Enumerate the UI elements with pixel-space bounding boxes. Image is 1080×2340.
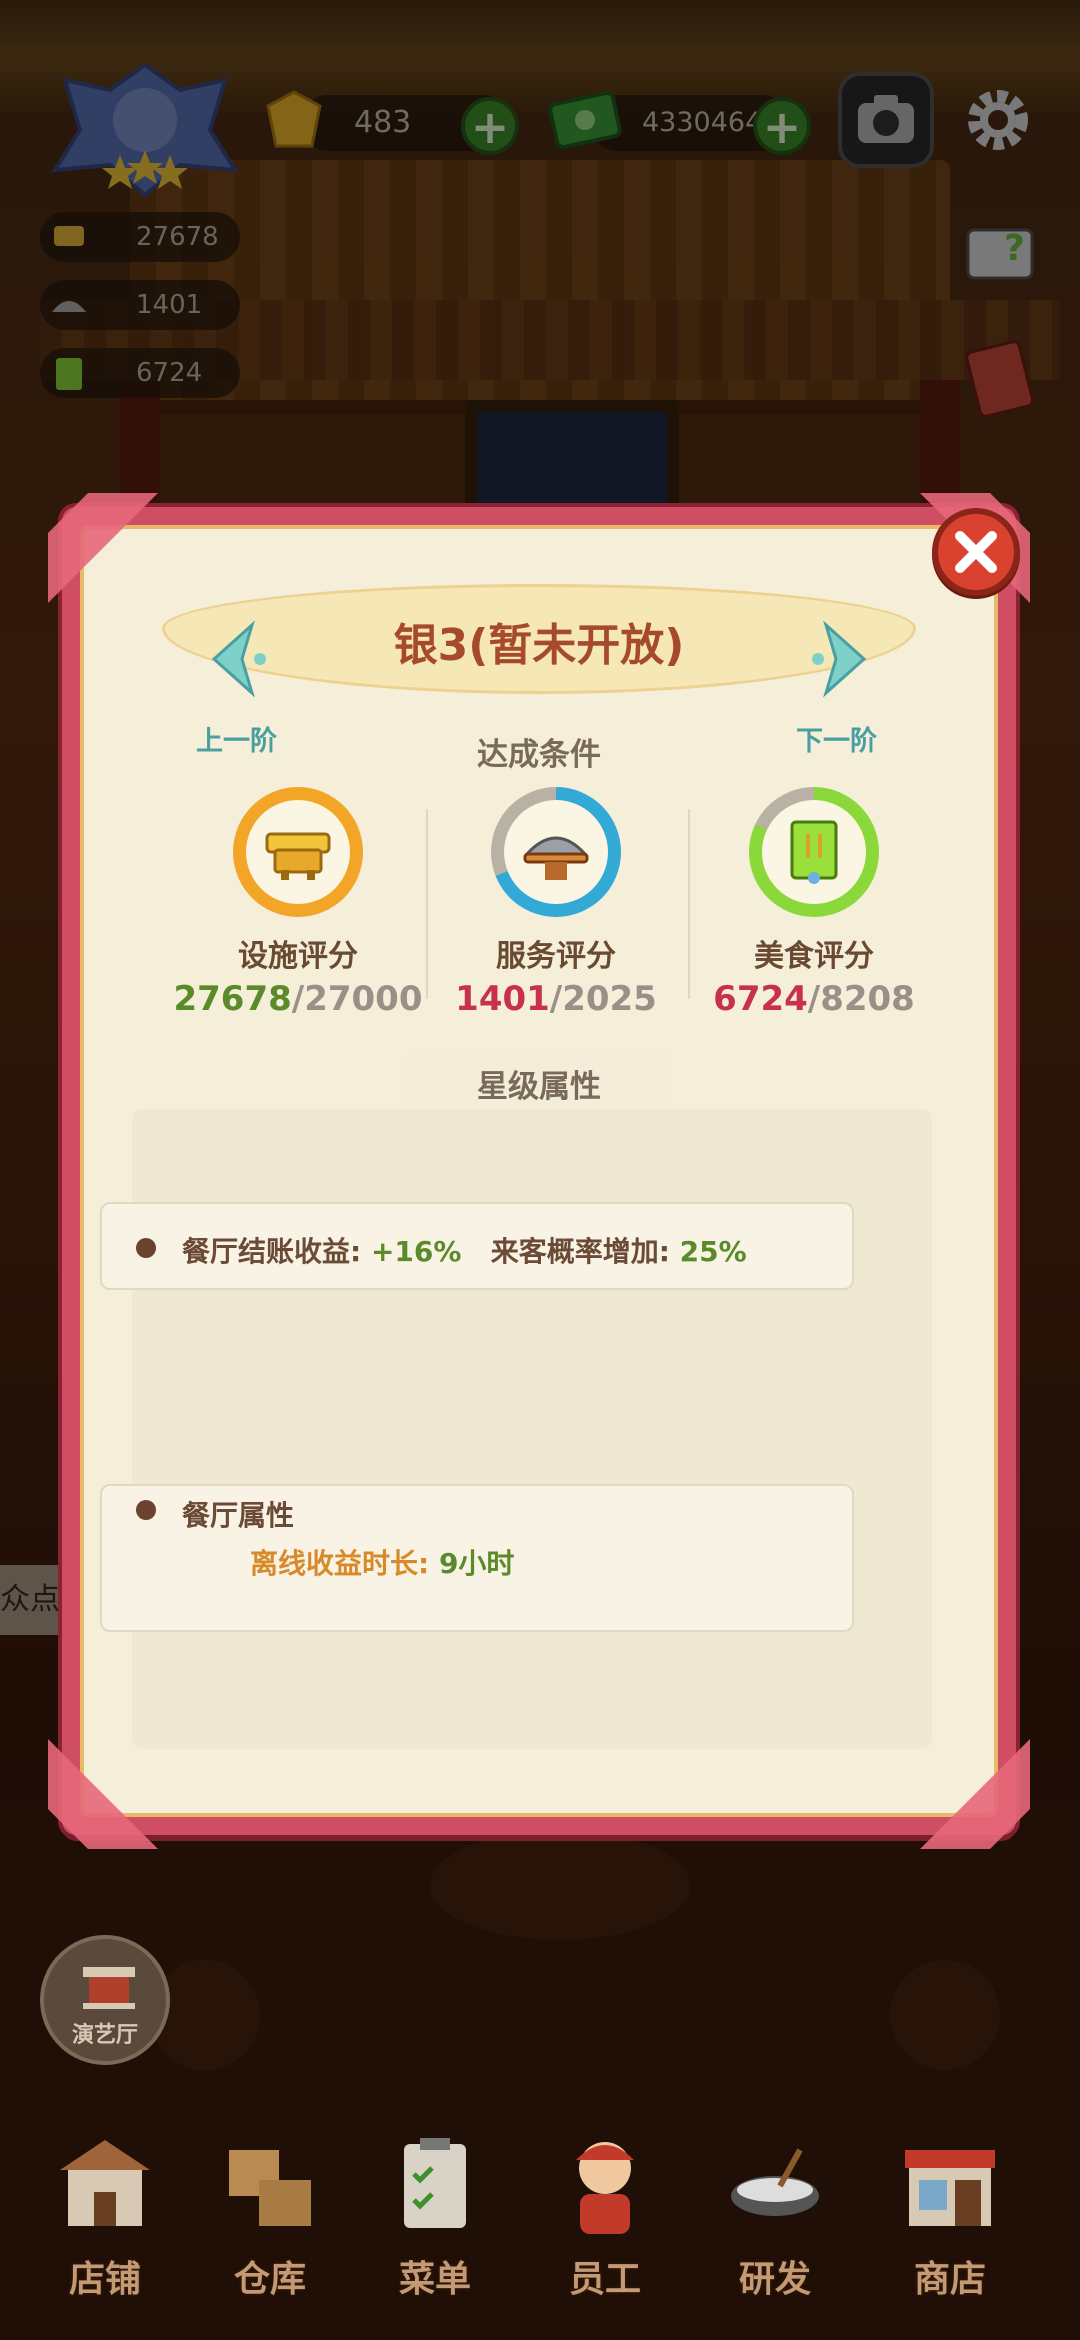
food-score-label: 美食评分 xyxy=(754,939,874,974)
corner-ribbon xyxy=(48,493,158,603)
nav-research[interactable]: 研发 xyxy=(700,2130,850,2330)
gold-stove-icon xyxy=(265,832,331,880)
food-current: 6724 xyxy=(713,979,808,1019)
bonus-line: 餐厅结账收益: +16% 来客概率增加: 25% xyxy=(182,1235,747,1268)
nav-store[interactable]: 商店 xyxy=(875,2130,1025,2330)
conditions-header: 达成条件 xyxy=(477,737,601,773)
nav-shop-front[interactable]: 店铺 xyxy=(30,2130,180,2330)
close-icon xyxy=(955,531,997,573)
food-score-card: 美食评分 6724/8208 xyxy=(684,787,944,1019)
food-required: /8208 xyxy=(807,979,915,1019)
rank-detail-modal: 银3(暂未开放) 上一阶 下一阶 达成条件 设施评分 27678/27000 服… xyxy=(48,493,1030,1849)
boxes-icon xyxy=(229,2150,311,2226)
service-cloche-icon xyxy=(523,836,589,880)
recipe-book-icon xyxy=(790,820,838,884)
facility-progress-ring xyxy=(233,787,363,917)
bullet-dot xyxy=(136,1500,156,1520)
service-score-label: 服务评分 xyxy=(496,939,616,974)
store-icon xyxy=(905,2150,995,2226)
facility-required: /27000 xyxy=(291,979,423,1019)
offline-income-line: 离线收益时长: 9小时 xyxy=(250,1547,515,1580)
stage-icon xyxy=(83,1967,135,2009)
wok-icon xyxy=(731,2148,819,2216)
corner-ribbon xyxy=(48,1739,158,1849)
stage-label: 演艺厅 xyxy=(71,2023,138,2048)
facility-current: 27678 xyxy=(173,979,292,1019)
service-current: 1401 xyxy=(455,979,550,1019)
service-score-card: 服务评分 1401/2025 xyxy=(426,787,686,1019)
restaurant-attr-box: 餐厅属性 离线收益时长: 9小时 xyxy=(100,1484,854,1632)
storefront-icon xyxy=(60,2140,150,2226)
performance-hall-button[interactable]: 演艺厅 xyxy=(40,1935,170,2065)
service-progress-ring xyxy=(491,787,621,917)
star-bonus-box: 餐厅结账收益: +16% 来客概率增加: 25% xyxy=(100,1202,854,1290)
bullet-dot xyxy=(136,1238,156,1258)
service-required: /2025 xyxy=(549,979,657,1019)
nav-staff[interactable]: 员工 xyxy=(530,2130,680,2330)
facility-score-label: 设施评分 xyxy=(238,939,358,974)
next-arrow-icon[interactable] xyxy=(804,619,874,699)
corner-ribbon xyxy=(920,1739,1030,1849)
nav-menu[interactable]: 菜单 xyxy=(360,2130,510,2330)
attributes-header: 星级属性 xyxy=(477,1069,601,1105)
staff-icon xyxy=(576,2142,634,2234)
facility-score-card: 设施评分 27678/27000 xyxy=(168,787,428,1019)
food-progress-ring xyxy=(749,787,879,917)
nav-warehouse[interactable]: 仓库 xyxy=(195,2130,345,2330)
clipboard-icon xyxy=(404,2138,466,2228)
prev-arrow-icon[interactable] xyxy=(204,619,274,699)
restaurant-attr-title: 餐厅属性 xyxy=(182,1499,295,1532)
close-button[interactable] xyxy=(932,508,1020,596)
